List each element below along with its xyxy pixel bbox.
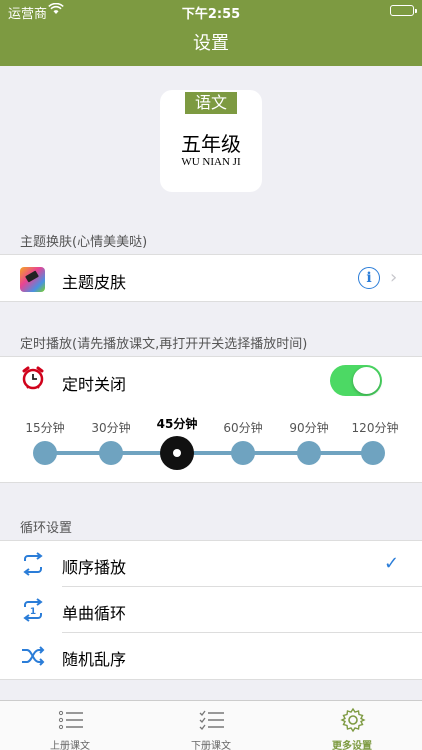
book-cover: 语文 五年级 WU NIAN JI [160,90,262,192]
timer-slider[interactable]: 15分钟 30分钟 45分钟 60分钟 90分钟 120分钟 [0,403,422,483]
tab-label-more: 更多设置 [332,741,372,750]
page-title: 设置 [193,33,229,54]
nav-bar: 设置 [0,22,422,66]
repeat-icon [20,552,46,576]
tab-label-upper: 上册课文 [50,741,90,750]
timer-option-120[interactable]: 120分钟 [345,419,405,436]
book-subject: 语文 [185,92,237,114]
loop-item-shuffle[interactable]: 随机乱序 [0,633,422,679]
loop-item-single[interactable]: 1 单曲循环 [0,587,422,633]
list-icon [58,707,84,733]
theme-skin-row[interactable]: 主题皮肤 i › [0,254,422,302]
info-icon[interactable]: i [358,267,380,289]
slider-stop-60[interactable] [231,441,255,465]
slider-stop-90[interactable] [297,441,321,465]
switch-knob [353,367,380,394]
shuffle-icon [20,644,46,668]
book-grade: 五年级 [181,132,241,156]
loop-section-header: 循环设置 [20,521,73,536]
slider-stop-30[interactable] [99,441,123,465]
slider-track [44,451,372,455]
status-time: 下午2:55 [181,7,241,22]
timer-option-15[interactable]: 15分钟 [15,419,75,436]
gear-icon [340,707,366,733]
checklist-icon [199,707,225,733]
timer-close-label: 定时关闭 [62,375,127,394]
loop-label-single: 单曲循环 [62,604,127,623]
timer-toggle-switch[interactable] [330,365,382,396]
timer-option-90[interactable]: 90分钟 [279,419,339,436]
loop-label-sequential: 顺序播放 [62,558,127,577]
checkmark-icon: ✓ [384,553,400,574]
timer-option-60[interactable]: 60分钟 [213,419,273,436]
slider-stop-120[interactable] [361,441,385,465]
chevron-right-icon: › [390,267,398,288]
slider-stop-15[interactable] [33,441,57,465]
timer-section-header: 定时播放(请先播放课文,再打开开关选择播放时间) [20,337,308,352]
book-pinyin: WU NIAN JI [181,156,241,168]
svg-text:1: 1 [30,607,36,617]
status-bar: 运营商 下午2:55 [0,0,422,22]
tab-more-settings[interactable]: 更多设置 [282,701,422,750]
tab-upper-volume[interactable]: 上册课文 [0,701,140,750]
alarm-clock-icon [20,365,46,391]
repeat-one-icon: 1 [20,598,46,622]
timer-close-row: 定时关闭 [0,356,422,404]
theme-skin-label: 主题皮肤 [62,273,127,292]
tab-bar: 上册课文 下册课文 更多设置 [0,700,422,750]
theme-palette-icon [20,267,45,292]
tab-label-lower: 下册课文 [191,741,231,750]
loop-label-shuffle: 随机乱序 [62,650,127,669]
battery-icon [390,5,417,16]
tab-lower-volume[interactable]: 下册课文 [141,701,281,750]
loop-item-sequential[interactable]: 顺序播放 ✓ [0,541,422,587]
timer-option-45[interactable]: 45分钟 [147,415,207,432]
timer-option-30[interactable]: 30分钟 [81,419,141,436]
theme-section-header: 主题换肤(心情美美哒) [20,235,148,250]
loop-mode-list: 顺序播放 ✓ 1 单曲循环 随机乱序 [0,540,422,680]
slider-thumb[interactable] [160,436,194,470]
